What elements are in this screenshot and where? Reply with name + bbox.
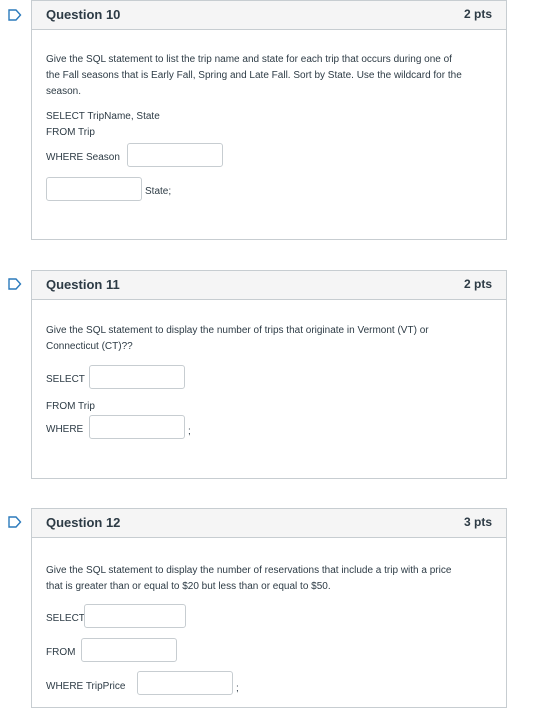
- question-prompt: Give the SQL statement to list the trip …: [46, 54, 462, 97]
- where-input[interactable]: [137, 671, 233, 695]
- question-title: Question 10: [46, 7, 121, 22]
- sql-where-label: WHERE: [46, 424, 84, 435]
- question-points: 2 pts: [463, 277, 492, 291]
- question-header: Question 11 2 pts: [32, 271, 506, 300]
- sql-where-label: WHERE Season: [46, 152, 120, 163]
- sql-from-label: FROM: [46, 647, 76, 658]
- state-suffix: State;: [145, 186, 172, 197]
- sql-select-label: SELECT: [46, 613, 85, 624]
- season-input[interactable]: [127, 143, 223, 167]
- question-prompt: Give the SQL statement to display the nu…: [46, 565, 452, 592]
- sql-select-line: SELECT TripName, State: [46, 111, 160, 122]
- flag-question-icon[interactable]: [8, 9, 22, 21]
- select-input[interactable]: [89, 365, 185, 389]
- flag-question-icon[interactable]: [8, 516, 22, 528]
- question-card-12: Question 12 3 pts Give the SQL statement…: [31, 508, 507, 708]
- semicolon: ;: [236, 683, 239, 694]
- from-input[interactable]: [81, 638, 177, 662]
- sql-select-label: SELECT: [46, 374, 85, 385]
- semicolon: ;: [188, 426, 191, 437]
- question-header: Question 10 2 pts: [32, 1, 506, 30]
- sql-from-line: FROM Trip: [46, 401, 95, 412]
- where-input[interactable]: [89, 415, 185, 439]
- question-title: Question 12: [46, 515, 121, 530]
- question-points: 3 pts: [463, 515, 492, 529]
- question-points: 2 pts: [463, 7, 492, 21]
- order-by-input[interactable]: [46, 177, 142, 201]
- question-card-11: Question 11 2 pts Give the SQL statement…: [31, 270, 507, 479]
- flag-question-icon[interactable]: [8, 278, 22, 290]
- sql-where-label: WHERE TripPrice: [46, 681, 126, 692]
- question-card-10: Question 10 2 pts Give the SQL statement…: [31, 0, 507, 240]
- question-header: Question 12 3 pts: [32, 509, 506, 538]
- question-prompt: Give the SQL statement to display the nu…: [46, 325, 429, 352]
- question-title: Question 11: [46, 277, 120, 292]
- select-input[interactable]: [84, 604, 186, 628]
- sql-from-line: FROM Trip: [46, 127, 95, 138]
